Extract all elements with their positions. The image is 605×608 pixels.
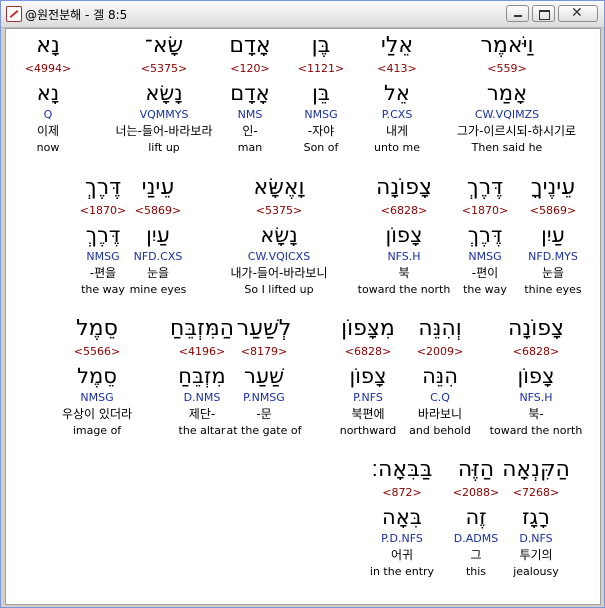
strong-number: <5375>	[140, 62, 188, 75]
english-gloss: now	[36, 141, 60, 154]
korean-gloss: 인-	[242, 124, 258, 138]
word-cell[interactable]: צָפוֹנָה <6828> צָפוֹן NFS.H 북 toward the nor…	[354, 173, 454, 297]
korean-gloss: 우상이 있더라	[61, 407, 133, 421]
morphology-code: VQMMYS	[139, 108, 189, 121]
hebrew-word: צָפוֹנָה	[508, 316, 564, 341]
hebrew-lemma: אָדָם	[230, 81, 270, 105]
hebrew-lemma: סֵמֶל	[77, 364, 117, 388]
word-cell[interactable]: אָדָם <120> אָדָם NMS 인-man	[200, 31, 300, 155]
korean-gloss: 어귀	[390, 548, 414, 562]
word-cell[interactable]: הַמִּזְבֵּחַ <4196> מִזְבֵּחַ D.NMS 제단-the a…	[152, 314, 252, 438]
korean-gloss: 그가-이르시되-하시기로	[457, 124, 577, 138]
morphology-code: NFS.H	[387, 250, 421, 263]
morphology-code: P.D.NFS	[381, 532, 423, 545]
word-cell[interactable]: וָאֶשָּׂא <5375> נָשָׂא CW.VQICXS 내가-들어-바라보니…	[229, 173, 329, 297]
english-gloss: northward	[339, 424, 397, 437]
hebrew-word: צָפוֹנָה	[376, 175, 432, 200]
maximize-button[interactable]	[532, 5, 555, 22]
strong-number: <1870>	[79, 204, 127, 217]
english-gloss: So I lifted up	[244, 283, 314, 296]
verse-analysis-panel: וַיֹּאמֶר <559> אָמַר CW.VQIMZS 그가-이르시되-하시기로…	[5, 28, 601, 605]
close-icon: ✕	[571, 5, 583, 21]
minimize-button[interactable]	[506, 5, 529, 22]
hebrew-word: שָׂא־	[144, 33, 184, 58]
strong-number: <120>	[230, 62, 270, 75]
hebrew-lemma: צָפוֹן	[385, 223, 423, 247]
strong-number: <4994>	[24, 62, 72, 75]
english-gloss: in the entry	[369, 565, 435, 578]
korean-gloss: 내가-들어-바라보니	[230, 266, 328, 280]
word-cell[interactable]: שָׂא־ <5375> נָשָׂא VQMMYS 너는-들어-바라보라 lift up	[114, 31, 214, 155]
strong-number: <5566>	[73, 345, 121, 358]
strong-number: <4196>	[178, 345, 226, 358]
strong-number: <6828>	[344, 345, 392, 358]
hebrew-word: בַּבִּאָה׃	[371, 457, 433, 482]
hebrew-word: סֵמֶל	[76, 316, 118, 341]
word-cell[interactable]: דֶּרֶךְ <1870> דֶּרֶךְ NMSG -편을 the way	[53, 173, 153, 297]
morphology-code: NMSG	[86, 250, 120, 263]
main-window: @원전분해 - 겔 8:5 ✕ וַיֹּאמֶר <559> אָמַר CW.VQ…	[0, 0, 605, 608]
english-gloss: toward the north	[489, 424, 583, 437]
hebrew-lemma: נָא	[36, 81, 60, 105]
korean-gloss: 북	[398, 266, 410, 280]
strong-number: <5375>	[255, 204, 303, 217]
hebrew-word: דֶּרֶךְ	[84, 175, 122, 200]
korean-gloss: 제단-	[188, 407, 216, 421]
hebrew-lemma: צָפוֹן	[349, 364, 387, 388]
hebrew-lemma: דֶּרֶךְ	[85, 223, 121, 247]
morphology-code: NMSG	[80, 391, 114, 404]
english-gloss: image of	[72, 424, 122, 437]
word-cell[interactable]: בַּבִּאָה׃ <872> בִּאָה P.D.NFS 어귀 in the ent…	[352, 455, 452, 579]
strong-number: <872>	[382, 486, 422, 499]
hebrew-lemma: נָשָׂא	[145, 81, 183, 105]
hebrew-word: הַמִּזְבֵּחַ	[169, 316, 235, 341]
korean-gloss: 북편에	[351, 407, 385, 421]
korean-gloss: -편을	[89, 266, 117, 280]
word-cell[interactable]: וַיֹּאמֶר <559> אָמַר CW.VQIMZS 그가-이르시되-하시기로…	[457, 31, 577, 155]
hebrew-lemma: אָמַר	[486, 81, 528, 105]
morphology-code: D.NMS	[183, 391, 221, 404]
window-title: @원전분해 - 겔 8:5	[25, 8, 128, 22]
morphology-code: P.NFS	[353, 391, 383, 404]
korean-gloss: 이제	[36, 124, 60, 138]
strong-number: <6828>	[380, 204, 428, 217]
word-cell[interactable]: צָפוֹנָה <6828> צָפוֹן NFS.H 북-toward the no…	[486, 314, 586, 438]
english-gloss: the way	[81, 283, 125, 296]
hebrew-lemma: צָפוֹן	[517, 364, 555, 388]
minimize-icon	[514, 15, 522, 17]
strong-number: <6828>	[512, 345, 560, 358]
morphology-code: Q	[43, 108, 53, 121]
english-gloss: toward the north	[357, 283, 451, 296]
morphology-code: CW.VQIMZS	[474, 108, 540, 121]
english-gloss: the altar	[178, 424, 226, 437]
english-gloss: lift up	[148, 141, 180, 154]
word-cell[interactable]: סֵמֶל <5566> סֵמֶל NMSG 우상이 있더라 image of	[47, 314, 147, 438]
korean-gloss: 너는-들어-바라보라	[115, 124, 213, 138]
title-bar[interactable]: @원전분해 - 겔 8:5 ✕	[1, 1, 604, 28]
hebrew-word: וָאֶשָּׂא	[253, 175, 305, 200]
strong-number: <559>	[487, 62, 527, 75]
english-gloss: Then said he	[471, 141, 543, 154]
hebrew-lemma: נָשָׂא	[260, 223, 298, 247]
morphology-code: NMS	[237, 108, 263, 121]
app-icon[interactable]	[6, 6, 22, 22]
morphology-code: NFS.H	[519, 391, 553, 404]
close-button[interactable]: ✕	[558, 5, 598, 22]
hebrew-word: וַיֹּאמֶר	[480, 33, 534, 58]
morphology-code: CW.VQICXS	[247, 250, 311, 263]
word-cell[interactable]: נָא <4994> נָא Q 이제 now	[6, 31, 98, 155]
english-gloss: man	[237, 141, 263, 154]
hebrew-lemma: בִּאָה	[382, 505, 422, 529]
maximize-icon	[539, 10, 550, 20]
word-cell[interactable]: מִצָּפוֹן <6828> צָפוֹן P.NFS 북편에 northward	[318, 314, 418, 438]
hebrew-word: נָא	[36, 33, 60, 58]
korean-gloss: 북-	[528, 407, 544, 421]
hebrew-lemma: מִזְבֵּחַ	[178, 364, 226, 388]
hebrew-word: מִצָּפוֹן	[341, 316, 395, 341]
hebrew-word: אָדָם	[229, 33, 271, 58]
